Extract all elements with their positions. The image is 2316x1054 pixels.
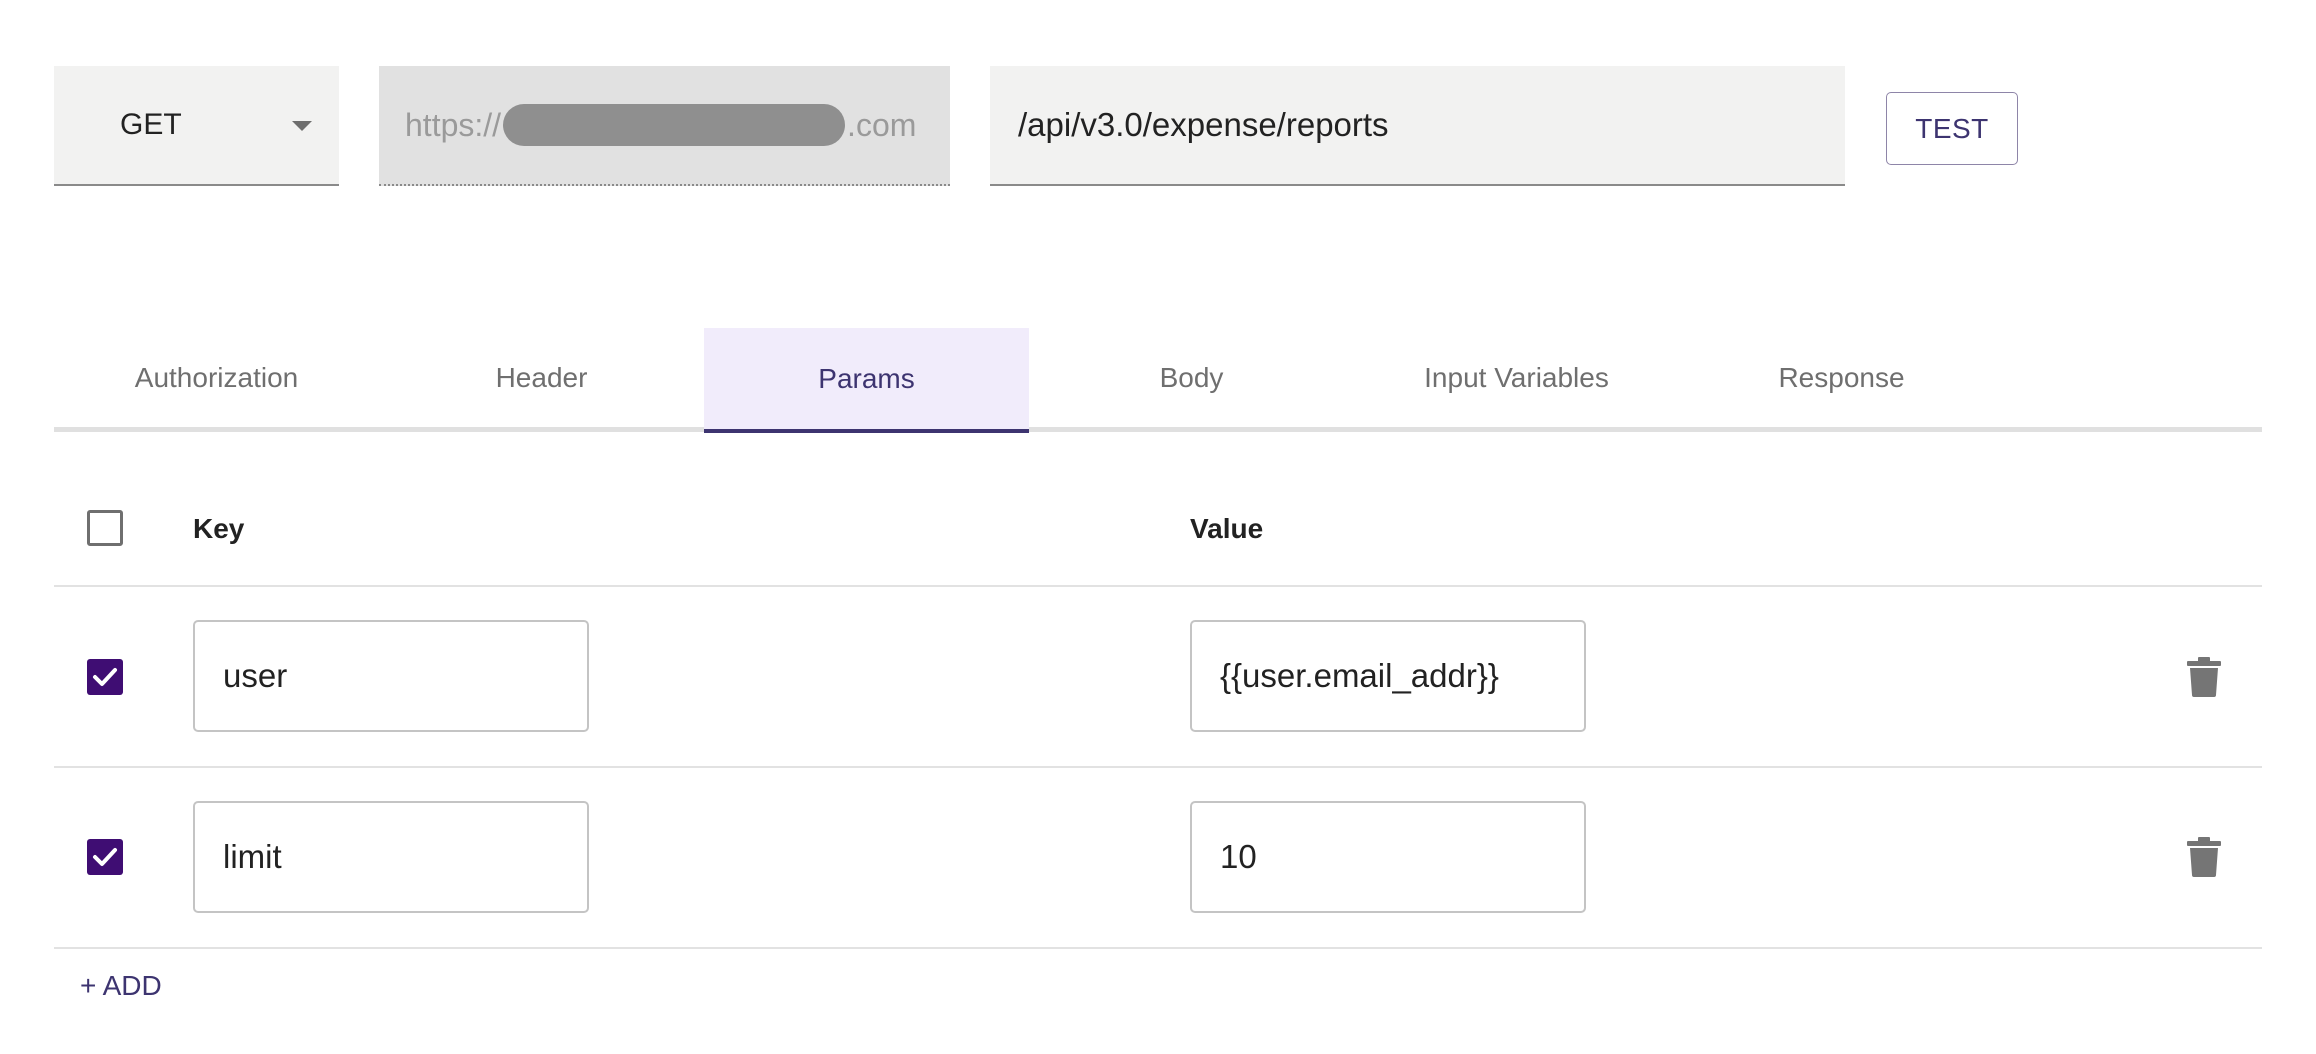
test-button[interactable]: TEST [1886, 92, 2018, 165]
key-field[interactable] [193, 801, 589, 913]
key-input[interactable] [221, 837, 575, 877]
path-field[interactable] [990, 66, 1845, 186]
redacted-host [503, 104, 846, 146]
row-checkbox[interactable] [87, 839, 123, 875]
checkmark-icon [93, 668, 117, 686]
divider [54, 947, 2262, 949]
value-column-header: Value [1190, 513, 1264, 544]
trash-icon[interactable] [2187, 657, 2221, 697]
tab-authorization[interactable]: Authorization [54, 328, 379, 427]
tab-header[interactable]: Header [379, 328, 704, 427]
tab-body[interactable]: Body [1029, 328, 1354, 427]
base-url-suffix: .com [847, 106, 917, 143]
value-field[interactable] [1190, 620, 1586, 732]
key-input[interactable] [221, 656, 575, 696]
select-all-checkbox[interactable] [87, 510, 123, 546]
tab-params[interactable]: Params [704, 328, 1029, 433]
value-input[interactable] [1218, 837, 1572, 877]
tab-bar: Authorization Header Params Body Input V… [54, 328, 2262, 433]
add-param-button[interactable]: + ADD [80, 970, 162, 1004]
caret-down-icon [292, 121, 312, 131]
method-label: GET [120, 108, 182, 141]
method-select[interactable]: GET [54, 66, 339, 186]
base-url-field: https:// .com [379, 66, 950, 186]
row-checkbox[interactable] [87, 659, 123, 695]
value-input[interactable] [1218, 656, 1572, 696]
tab-response[interactable]: Response [1679, 328, 2004, 427]
key-field[interactable] [193, 620, 589, 732]
tab-input-variables[interactable]: Input Variables [1354, 328, 1679, 427]
value-field[interactable] [1190, 801, 1586, 913]
trash-icon[interactable] [2187, 837, 2221, 877]
base-url-prefix: https:// [405, 106, 502, 143]
path-input[interactable] [1016, 105, 1820, 145]
key-column-header: Key [193, 513, 245, 544]
table-row [54, 768, 2262, 948]
table-row [54, 587, 2262, 767]
checkmark-icon [93, 848, 117, 866]
